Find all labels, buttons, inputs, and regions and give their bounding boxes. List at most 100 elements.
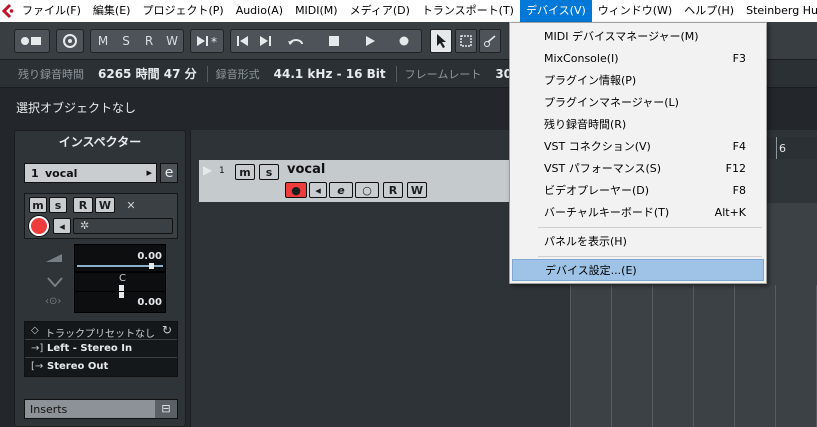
input-icon: →] <box>31 343 44 354</box>
track-name-arrow-icon: ▸ <box>146 166 152 179</box>
menu-item-vst-performance[interactable]: VST パフォーマンス(S) F12 <box>512 157 764 179</box>
toolbar-write-button[interactable]: W <box>162 30 182 52</box>
svg-text:*: * <box>211 35 217 49</box>
pan-control[interactable]: C <box>74 272 166 292</box>
toolbar-solo-button[interactable]: S <box>116 30 136 52</box>
menu-item-plugin-manager[interactable]: プラグインマネージャー(L) <box>512 91 764 113</box>
inspector-solo-button[interactable]: s <box>49 197 67 213</box>
menu-item-plugin-info[interactable]: プラグイン情報(P) <box>512 69 764 91</box>
volume-fader-handle[interactable] <box>149 263 154 269</box>
track-row-vocal[interactable]: ▶ 1 m s vocal ● ◂ e ○ R W <box>199 160 521 202</box>
menu-item-rec-time-remaining[interactable]: 残り録音時間(R) <box>512 113 764 135</box>
menu-steinberg-hub[interactable]: Steinberg Hub(S) <box>740 0 817 22</box>
record-icon[interactable] <box>387 30 421 52</box>
inspector-write-button[interactable]: W <box>95 197 115 213</box>
delay-handle[interactable] <box>119 292 124 298</box>
inspector-record-enable-icon[interactable] <box>29 216 49 236</box>
inspector-monitor-icon[interactable]: ◂ <box>53 218 71 234</box>
track-monitor-icon[interactable]: ◂ <box>309 182 327 198</box>
track-read-button[interactable]: R <box>383 182 403 198</box>
constrain-delay-button[interactable] <box>56 29 84 53</box>
menu-item-vst-connections[interactable]: VST コネクション(V) F4 <box>512 135 764 157</box>
track-edit-icon[interactable]: e <box>329 182 353 198</box>
devices-menu-dropdown: MIDI デバイスマネージャー(M) MixConsole(I) F3 プラグイン… <box>509 22 767 284</box>
menu-midi[interactable]: MIDI(M) <box>289 0 344 22</box>
info-separator <box>395 65 397 82</box>
inspector-mute-button[interactable]: m <box>29 197 47 213</box>
frame-rate-label: フレームレート <box>404 67 482 81</box>
delay-value: 0.00 <box>137 297 162 308</box>
input-routing-row[interactable]: →] Left - Stereo In <box>25 340 177 358</box>
go-to-end-icon[interactable] <box>255 30 275 52</box>
volume-icon <box>45 253 63 266</box>
inspector-title: インスペクター <box>58 135 142 149</box>
menu-separator <box>538 227 762 228</box>
track-number: 1 <box>219 166 225 176</box>
menu-item-midi-device-manager[interactable]: MIDI デバイスマネージャー(M) <box>512 25 764 47</box>
object-selection-tool-icon[interactable] <box>430 29 452 53</box>
info-separator <box>206 65 208 82</box>
track-mute-button[interactable]: m <box>235 164 255 180</box>
delay-icon: ‹⊙› <box>45 296 62 307</box>
track-record-enable-icon[interactable]: ● <box>285 182 307 198</box>
volume-value: 0.00 <box>137 251 162 262</box>
rec-time-label: 残り録音時間 <box>18 67 84 81</box>
grid-lines <box>570 285 817 427</box>
menu-item-video-player[interactable]: ビデオプレーヤー(D) F8 <box>512 179 764 201</box>
stop-icon[interactable] <box>317 30 351 52</box>
track-solo-button[interactable]: s <box>259 164 279 180</box>
menu-transport[interactable]: トランスポート(T) <box>416 0 520 22</box>
split-tool-icon[interactable] <box>479 29 501 53</box>
track-lane-icon[interactable]: ○ <box>355 182 379 198</box>
menu-edit[interactable]: 編集(E) <box>87 0 137 22</box>
menu-item-show-panel[interactable]: パネルを表示(H) <box>512 230 764 252</box>
menu-devices[interactable]: デバイス(V) <box>519 0 592 22</box>
inserts-bypass-icon[interactable]: ⊟ <box>155 400 177 418</box>
menu-project[interactable]: プロジェクト(P) <box>136 0 229 22</box>
menu-media[interactable]: メディア(D) <box>344 0 416 22</box>
inspector-track-name: vocal <box>45 167 78 180</box>
toolbar-read-button[interactable]: R <box>139 30 159 52</box>
track-expand-icon[interactable]: ▶ <box>203 163 212 177</box>
track-name[interactable]: vocal <box>287 162 325 177</box>
rec-format-label: 録音形式 <box>215 67 260 81</box>
play-icon[interactable] <box>353 30 387 52</box>
inspector-controls-box: m s R W ✕ ◂ ✲ <box>24 193 178 239</box>
output-routing-value: Stereo Out <box>47 361 109 372</box>
toolbar-mute-button[interactable]: M <box>93 30 113 52</box>
delay-control[interactable]: 0.00 <box>74 291 166 313</box>
inserts-section-header[interactable]: Inserts ⊟ <box>24 399 178 419</box>
menu-bar: ファイル(F) 編集(E) プロジェクト(P) Audio(A) MIDI(M)… <box>0 0 817 22</box>
inspector-read-button[interactable]: R <box>73 197 93 213</box>
inspector-track-name-field[interactable]: 1 vocal ▸ <box>24 163 157 183</box>
automation-icon[interactable]: ✕ <box>119 197 143 213</box>
selection-status: 選択オブジェクトなし <box>16 101 137 115</box>
ruler-tick <box>776 137 777 159</box>
inspector-panel: インスペクター 1 vocal ▸ e m s R W ✕ ◂ ✲ 0.00 C… <box>14 130 186 427</box>
menu-separator <box>538 256 762 257</box>
menu-audio[interactable]: Audio(A) <box>230 0 289 22</box>
menu-window[interactable]: ウィンドウ(W) <box>592 0 678 22</box>
rec-format-value[interactable]: 44.1 kHz - 16 Bit <box>274 67 386 81</box>
go-to-start-icon[interactable] <box>233 30 253 52</box>
rec-time-value: 6265 時間 47 分 <box>98 67 197 81</box>
menu-item-mixconsole[interactable]: MixConsole(I) F3 <box>512 47 764 69</box>
track-write-button[interactable]: W <box>407 182 427 198</box>
edit-channel-settings-icon[interactable]: e <box>160 163 178 183</box>
auto-scroll-button[interactable]: * <box>190 29 224 53</box>
track-preset-row[interactable]: ◇ トラックプリセットなし ↻ <box>25 322 177 340</box>
volume-fader[interactable]: 0.00 <box>74 244 166 272</box>
inspector-freeze-icon[interactable]: ✲ <box>73 218 173 234</box>
menu-item-device-setup[interactable]: デバイス設定...(E) <box>512 259 764 281</box>
cubase-logo-icon[interactable] <box>0 0 16 22</box>
menu-item-virtual-keyboard[interactable]: バーチャルキーボード(T) Alt+K <box>512 201 764 223</box>
output-icon: [→ <box>31 361 44 372</box>
cycle-icon[interactable] <box>279 30 313 52</box>
output-routing-row[interactable]: [→ Stereo Out <box>25 358 177 376</box>
state-buttons-group: M S R W <box>90 29 184 53</box>
reset-preset-icon[interactable]: ↻ <box>162 323 172 337</box>
window-layout-button[interactable] <box>14 29 50 53</box>
range-tool-icon[interactable] <box>455 29 477 53</box>
menu-help[interactable]: ヘルプ(H) <box>678 0 740 22</box>
menu-file[interactable]: ファイル(F) <box>16 0 87 22</box>
